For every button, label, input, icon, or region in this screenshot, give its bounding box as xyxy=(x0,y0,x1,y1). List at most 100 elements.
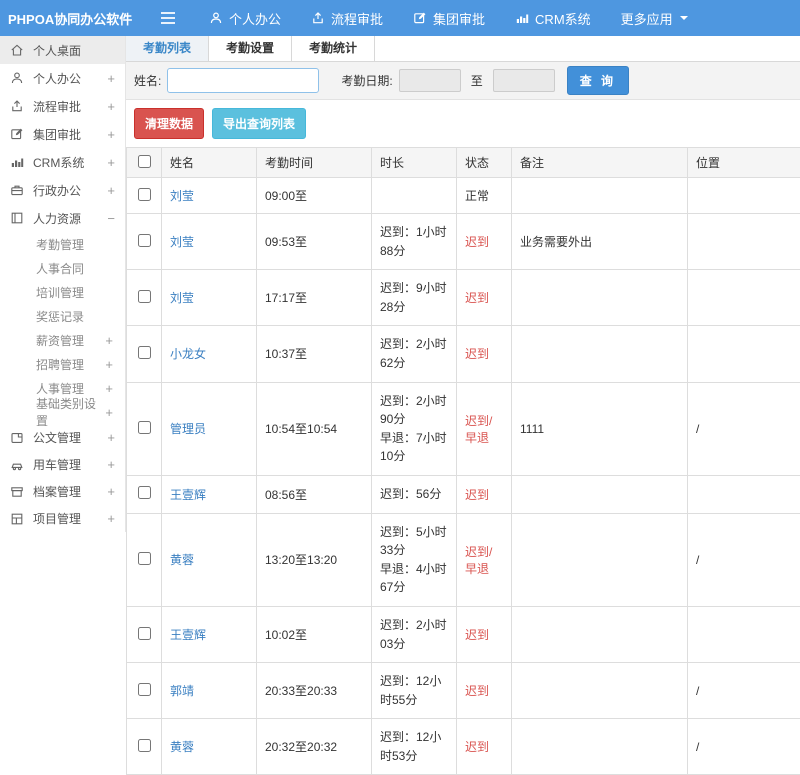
briefcase-icon xyxy=(10,183,25,197)
sidebar-item-workflow-approval[interactable]: 流程审批 + xyxy=(0,92,125,120)
location-cell xyxy=(688,606,800,662)
row-checkbox[interactable] xyxy=(138,346,151,359)
row-checkbox[interactable] xyxy=(138,486,151,499)
date-range-to-label: 至 xyxy=(471,72,483,89)
attendance-time-cell: 09:53至 xyxy=(257,214,372,270)
employee-name-link[interactable]: 刘莹 xyxy=(170,235,194,249)
sidebar-item-label: 集团审批 xyxy=(33,126,81,143)
employee-name-link[interactable]: 刘莹 xyxy=(170,291,194,305)
sidebar-subitem-attendance-mgmt[interactable]: 考勤管理 xyxy=(0,232,125,256)
status-cell: 迟到 xyxy=(457,719,512,775)
sidebar-subitem-base-category-settings[interactable]: 基础类别设置 + xyxy=(0,400,125,424)
col-header-location: 位置 xyxy=(688,148,800,178)
clear-data-button[interactable]: 清理数据 xyxy=(134,108,204,139)
nav-item-label: 集团审批 xyxy=(433,9,485,28)
employee-name-link[interactable]: 郭靖 xyxy=(170,684,194,698)
tab-attendance-list[interactable]: 考勤列表 xyxy=(126,36,209,61)
sidebar-item-archives-mgmt[interactable]: 档案管理 + xyxy=(0,478,125,505)
note-cell xyxy=(512,326,688,382)
employee-name-link[interactable]: 小龙女 xyxy=(170,347,206,361)
sidebar-item-hr[interactable]: 人力资源 − xyxy=(0,204,125,232)
row-checkbox[interactable] xyxy=(138,290,151,303)
row-checkbox[interactable] xyxy=(138,188,151,201)
nav-item-personal-office[interactable]: 个人办公 xyxy=(194,0,296,36)
sidebar-item-crm[interactable]: CRM系统 + xyxy=(0,148,125,176)
table-row: 刘莹 09:53至 迟到：1小时88分 迟到 业务需要外出 xyxy=(127,214,800,270)
export-list-button[interactable]: 导出查询列表 xyxy=(212,108,306,139)
search-button[interactable]: 查 询 xyxy=(567,66,629,95)
sidebar-subitem-salary-mgmt[interactable]: 薪资管理 + xyxy=(0,328,125,352)
employee-name-link[interactable]: 王壹辉 xyxy=(170,488,206,502)
date-from-input[interactable] xyxy=(399,69,461,92)
hamburger-menu-button[interactable] xyxy=(160,11,176,25)
row-checkbox[interactable] xyxy=(138,627,151,640)
sidebar-item-label: 档案管理 xyxy=(33,483,81,500)
sidebar-item-admin-office[interactable]: 行政办公 + xyxy=(0,176,125,204)
attendance-time-cell: 17:17至 xyxy=(257,270,372,326)
attendance-time-cell: 09:00至 xyxy=(257,178,372,214)
tab-attendance-settings[interactable]: 考勤设置 xyxy=(209,36,292,61)
employee-name-link[interactable]: 黄蓉 xyxy=(170,740,194,754)
sidebar-subitem-label: 人事管理 xyxy=(36,380,84,397)
sidebar-subitem-training-mgmt[interactable]: 培训管理 xyxy=(0,280,125,304)
sidebar-item-label: 人力资源 xyxy=(33,210,81,227)
nav-item-label: CRM系统 xyxy=(535,9,591,28)
location-cell xyxy=(688,214,800,270)
name-input[interactable] xyxy=(167,68,319,93)
sidebar-subitem-reward-records[interactable]: 奖惩记录 xyxy=(0,304,125,328)
sidebar-subitem-label: 考勤管理 xyxy=(36,236,84,253)
expand-indicator: + xyxy=(107,457,115,472)
sidebar-item-documents[interactable]: 公文管理 + xyxy=(0,424,125,451)
sidebar-item-group-approval[interactable]: 集团审批 + xyxy=(0,120,125,148)
action-button-row: 清理数据 导出查询列表 xyxy=(126,100,800,147)
table-row: 刘莹 17:17至 迟到：9小时28分 迟到 xyxy=(127,270,800,326)
date-to-input[interactable] xyxy=(493,69,555,92)
row-checkbox[interactable] xyxy=(138,683,151,696)
nav-item-label: 流程审批 xyxy=(331,9,383,28)
row-checkbox[interactable] xyxy=(138,234,151,247)
row-checkbox[interactable] xyxy=(138,739,151,752)
employee-name-link[interactable]: 王壹辉 xyxy=(170,628,206,642)
sidebar-item-project-mgmt[interactable]: 项目管理 + xyxy=(0,505,125,532)
row-checkbox[interactable] xyxy=(138,552,151,565)
sidebar-subitem-recruitment-mgmt[interactable]: 招聘管理 + xyxy=(0,352,125,376)
sidebar-subitem-hr-contract[interactable]: 人事合同 xyxy=(0,256,125,280)
employee-name-link[interactable]: 刘莹 xyxy=(170,189,194,203)
nav-item-crm[interactable]: CRM系统 xyxy=(500,0,606,36)
table-header-row: 姓名 考勤时间 时长 状态 备注 位置 xyxy=(127,148,800,178)
sidebar-item-label: 用车管理 xyxy=(33,456,81,473)
attendance-time-cell: 10:37至 xyxy=(257,326,372,382)
sidebar-item-label: 个人办公 xyxy=(33,70,81,87)
status-cell: 迟到/早退 xyxy=(457,513,512,606)
sidebar-item-vehicle-mgmt[interactable]: 用车管理 + xyxy=(0,451,125,478)
employee-name-link[interactable]: 黄蓉 xyxy=(170,553,194,567)
col-header-duration: 时长 xyxy=(372,148,457,178)
expand-indicator: + xyxy=(107,99,115,114)
app-logo: PHPOA协同办公软件 xyxy=(0,9,126,28)
attendance-time-cell: 20:33至20:33 xyxy=(257,663,372,719)
sidebar-item-personal-desktop[interactable]: 个人桌面 xyxy=(0,36,125,64)
nav-item-workflow-approval[interactable]: 流程审批 xyxy=(296,0,398,36)
table-row: 王壹辉 08:56至 迟到：56分 迟到 xyxy=(127,475,800,513)
tab-bar: 考勤列表 考勤设置 考勤统计 xyxy=(126,36,800,62)
select-all-checkbox[interactable] xyxy=(138,155,151,168)
tab-attendance-stats[interactable]: 考勤统计 xyxy=(292,36,375,61)
row-checkbox[interactable] xyxy=(138,421,151,434)
main-content: 考勤列表 考勤设置 考勤统计 姓名: 考勤日期: 至 查 询 清理数据 导出查询… xyxy=(126,36,800,532)
expand-indicator: + xyxy=(105,333,113,348)
sidebar-item-personal-office[interactable]: 个人办公 + xyxy=(0,64,125,92)
sidebar-item-label: 个人桌面 xyxy=(33,42,81,59)
note-cell xyxy=(512,178,688,214)
expand-indicator: + xyxy=(105,357,113,372)
location-cell: / xyxy=(688,719,800,775)
expand-indicator: + xyxy=(107,484,115,499)
hamburger-icon xyxy=(160,11,176,25)
expand-indicator: + xyxy=(107,127,115,142)
attendance-time-cell: 08:56至 xyxy=(257,475,372,513)
flow-icon xyxy=(10,99,25,113)
expand-indicator: + xyxy=(107,511,115,526)
nav-item-more-apps[interactable]: 更多应用 xyxy=(606,0,704,36)
nav-item-group-approval[interactable]: 集团审批 xyxy=(398,0,500,36)
status-cell: 迟到/早退 xyxy=(457,382,512,475)
employee-name-link[interactable]: 管理员 xyxy=(170,422,206,436)
